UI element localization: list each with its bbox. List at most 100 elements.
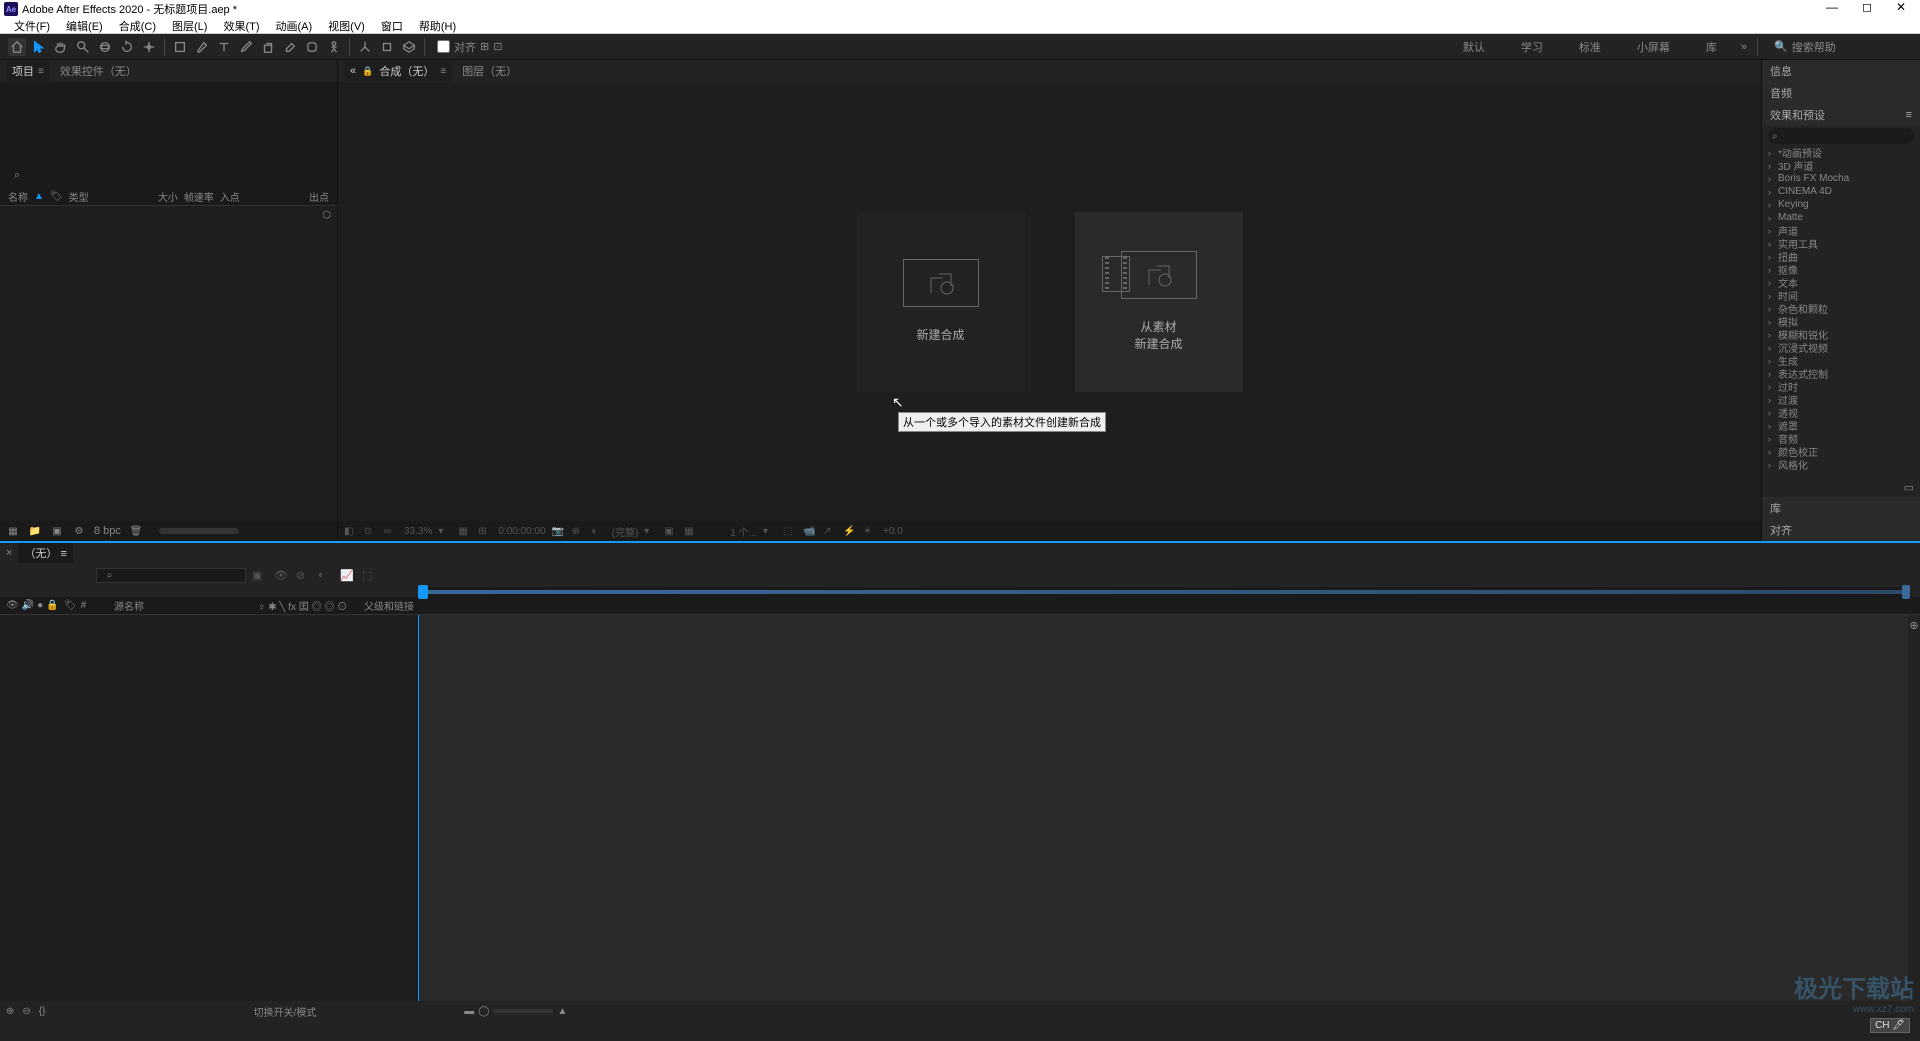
header-fps[interactable]: 帧速率 <box>184 189 214 204</box>
label-icon[interactable]: 🏷 <box>64 600 77 611</box>
menu-composition[interactable]: 合成(C) <box>111 18 164 34</box>
graph-icon[interactable]: 📈 <box>340 569 356 582</box>
effects-search[interactable]: ⌕ <box>1768 128 1914 144</box>
efx-category[interactable]: 风格化 <box>1766 458 1916 471</box>
new-composition-button[interactable]: 新建合成 <box>857 212 1025 392</box>
bit-depth[interactable]: 8 bpc <box>94 525 121 537</box>
playhead[interactable] <box>418 585 428 599</box>
roto-tool[interactable] <box>303 38 321 56</box>
draft3d-icon[interactable]: ⬚ <box>362 569 378 582</box>
local-axis-tool[interactable] <box>356 38 374 56</box>
exposure-icon[interactable]: ☀ <box>863 526 877 537</box>
zoom-handle-icon[interactable]: ◯ <box>478 1006 489 1017</box>
panel-menu-icon[interactable]: ≡ <box>61 548 67 560</box>
snapshot-icon[interactable]: 📷 <box>552 526 566 537</box>
view-axis-tool[interactable] <box>400 38 418 56</box>
workspace-learn[interactable]: 学习 <box>1503 34 1561 60</box>
toggle-alpha-icon[interactable]: ◧ <box>344 526 358 537</box>
source-name-header[interactable]: 源名称 <box>108 598 258 613</box>
pen-tool[interactable] <box>193 38 211 56</box>
text-tool[interactable] <box>215 38 233 56</box>
camera-icon[interactable]: 📹 <box>803 526 817 537</box>
header-type[interactable]: 类型 <box>69 189 89 204</box>
snap-checkbox[interactable] <box>437 40 450 53</box>
comp-tab[interactable]: « 🔒 合成（无） ≡ <box>344 61 452 81</box>
header-in[interactable]: 入点 <box>220 189 240 204</box>
align-panel-header[interactable]: 对齐 <box>1762 519 1920 541</box>
res-dropdown-icon[interactable]: ▾ <box>438 526 452 537</box>
workspace-standard[interactable]: 标准 <box>1561 34 1619 60</box>
time-scrubber[interactable] <box>418 587 1910 597</box>
3d-view-icon[interactable]: ⬚ <box>783 526 797 537</box>
interpret-icon[interactable]: ▦ <box>6 524 20 538</box>
efx-category[interactable]: 3D 声道 <box>1766 159 1916 172</box>
guides-icon[interactable]: ⊞ <box>478 526 492 537</box>
share-icon[interactable]: ↗ <box>823 526 837 537</box>
menu-effect[interactable]: 效果(T) <box>215 18 267 34</box>
workspace-library[interactable]: 库 <box>1688 34 1735 60</box>
project-tab[interactable]: 项目≡ <box>6 61 50 81</box>
workspace-more[interactable]: » <box>1735 41 1753 53</box>
toggle-mode-label[interactable]: 切换开关/模式 <box>253 1004 316 1019</box>
menu-animation[interactable]: 动画(A) <box>268 18 321 34</box>
anchor-tool[interactable] <box>140 38 158 56</box>
library-panel-header[interactable]: 库 <box>1762 497 1920 519</box>
timeline-search[interactable]: ⌕ <box>96 568 246 583</box>
menu-edit[interactable]: 编辑(E) <box>58 18 111 34</box>
comp-mini-icon[interactable]: ▣ <box>252 569 268 582</box>
effect-controls-tab[interactable]: 效果控件（无） <box>54 61 143 81</box>
dropdown-icon[interactable]: ▾ <box>763 526 777 537</box>
menu-window[interactable]: 窗口 <box>373 18 411 34</box>
toggle-switches-icon[interactable]: ⊕ <box>6 1006 14 1017</box>
layer-tab[interactable]: 图层（无） <box>456 61 523 81</box>
zoom-level[interactable]: 33.3% <box>404 526 432 537</box>
eraser-tool[interactable] <box>281 38 299 56</box>
orbit-tool[interactable] <box>96 38 114 56</box>
workspace-small[interactable]: 小屏幕 <box>1619 34 1688 60</box>
exposure-value[interactable]: +0.0 <box>883 526 903 537</box>
audio-toggle-icon[interactable]: 🔊 <box>22 600 34 611</box>
fast-preview-icon[interactable]: ⚡ <box>843 526 857 537</box>
video-toggle-icon[interactable]: 👁 <box>6 600 19 611</box>
new-bin-icon[interactable]: ▭ <box>1904 481 1914 497</box>
lock-icon[interactable]: 🔒 <box>362 66 373 77</box>
maximize-button[interactable]: ◻ <box>1862 0 1872 14</box>
dropdown-icon[interactable]: ▾ <box>644 526 658 537</box>
efx-category[interactable]: CINEMA 4D <box>1766 185 1916 198</box>
workspace-default[interactable]: 默认 <box>1445 34 1503 60</box>
hand-tool[interactable] <box>52 38 70 56</box>
channel-icon[interactable]: ⊕ <box>572 526 586 537</box>
toggle-mask-icon[interactable]: ⊙ <box>364 526 378 537</box>
efx-category[interactable]: Boris FX Mocha <box>1766 172 1916 185</box>
view-count[interactable]: 1 个... <box>730 524 757 539</box>
panel-menu-icon[interactable]: ≡ <box>1906 109 1912 121</box>
toggle-modes-icon[interactable]: ⊖ <box>22 1006 30 1017</box>
home-button[interactable] <box>8 38 26 56</box>
snap-group[interactable]: 对齐 ⊞ ⊡ <box>437 39 502 55</box>
menu-view[interactable]: 视图(V) <box>320 18 373 34</box>
work-area-bar[interactable] <box>423 590 1905 594</box>
collapse-icon[interactable]: ⊕ <box>1909 619 1918 632</box>
sort-icon[interactable]: ▲ <box>34 191 44 202</box>
audio-panel-header[interactable]: 音频 <box>1762 82 1920 104</box>
zoom-tool[interactable] <box>74 38 92 56</box>
header-name[interactable]: 名称 <box>8 189 28 204</box>
new-folder-icon[interactable]: 📁 <box>28 524 42 538</box>
project-search[interactable]: ⌕ <box>8 166 329 184</box>
track-area[interactable]: ⊕ <box>418 615 1920 1001</box>
world-axis-tool[interactable] <box>378 38 396 56</box>
mask-tool[interactable] <box>171 38 189 56</box>
minimize-button[interactable]: — <box>1826 0 1838 14</box>
efx-category[interactable]: Keying <box>1766 198 1916 211</box>
menu-help[interactable]: 帮助(H) <box>411 18 464 34</box>
menu-layer[interactable]: 图层(L) <box>164 18 215 34</box>
reset-exposure-icon[interactable]: ◐ <box>592 526 606 537</box>
toggle-brackets-icon[interactable]: {} <box>39 1006 46 1017</box>
close-button[interactable]: ✕ <box>1896 0 1906 14</box>
flowchart-icon[interactable]: ⬡ <box>322 210 331 221</box>
zoom-in-icon[interactable]: ▲ <box>557 1006 567 1017</box>
parent-header[interactable]: 父级和链接 <box>358 598 458 613</box>
timeline-tab[interactable]: （无） ≡ <box>18 543 72 563</box>
roi-icon[interactable]: ▣ <box>664 526 678 537</box>
shy-icon[interactable]: 👁 <box>274 569 290 582</box>
